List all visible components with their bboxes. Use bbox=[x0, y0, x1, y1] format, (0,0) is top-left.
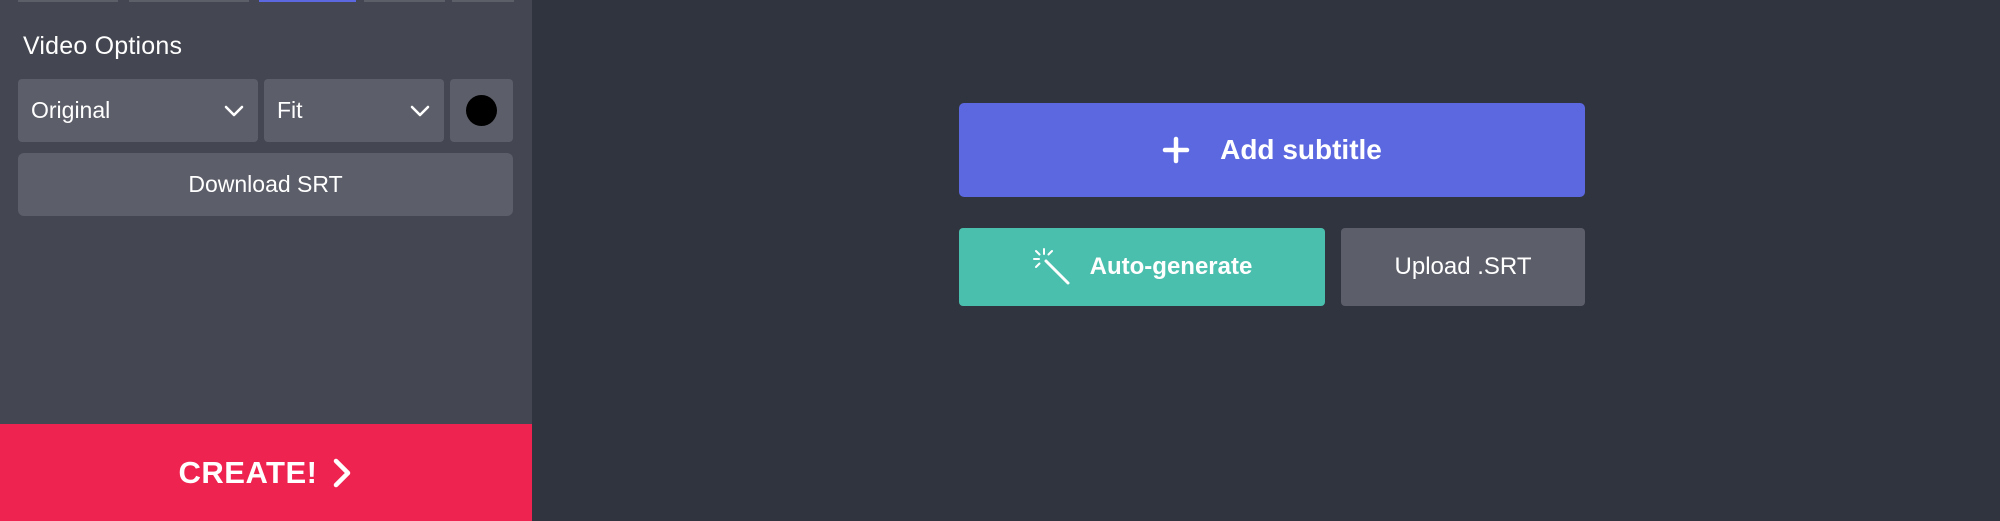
tab-5[interactable] bbox=[452, 0, 514, 2]
background-color-picker[interactable] bbox=[450, 79, 513, 142]
chevron-right-icon bbox=[334, 458, 351, 487]
tab-1[interactable] bbox=[18, 0, 118, 2]
download-srt-button[interactable]: Download SRT bbox=[18, 153, 513, 216]
auto-generate-label: Auto-generate bbox=[1089, 253, 1253, 280]
chevron-down-icon bbox=[410, 105, 430, 117]
chevron-down-icon bbox=[224, 105, 244, 117]
video-options-title: Video Options bbox=[23, 32, 183, 60]
create-button-label: CREATE! bbox=[178, 454, 318, 490]
color-swatch-dot bbox=[466, 95, 497, 126]
add-subtitle-label: Add subtitle bbox=[1220, 134, 1382, 165]
upload-srt-button[interactable]: Upload .SRT bbox=[1341, 228, 1585, 306]
tab-strip bbox=[18, 0, 514, 2]
size-select[interactable]: Original bbox=[18, 79, 258, 142]
app: Video Options Original Fit Download SRT … bbox=[0, 0, 2000, 521]
size-select-value: Original bbox=[31, 97, 111, 123]
tab-3-active[interactable] bbox=[259, 0, 356, 2]
tab-4[interactable] bbox=[364, 0, 445, 2]
add-subtitle-button[interactable]: Add subtitle bbox=[959, 103, 1585, 197]
auto-generate-button[interactable]: Auto-generate bbox=[959, 228, 1325, 306]
magic-wand-icon bbox=[1032, 247, 1072, 287]
create-button[interactable]: CREATE! bbox=[0, 424, 532, 521]
sidebar: Video Options Original Fit Download SRT … bbox=[0, 0, 532, 521]
plus-icon bbox=[1162, 136, 1190, 164]
fit-select[interactable]: Fit bbox=[264, 79, 444, 142]
fit-select-value: Fit bbox=[277, 97, 303, 123]
tab-2[interactable] bbox=[129, 0, 249, 2]
